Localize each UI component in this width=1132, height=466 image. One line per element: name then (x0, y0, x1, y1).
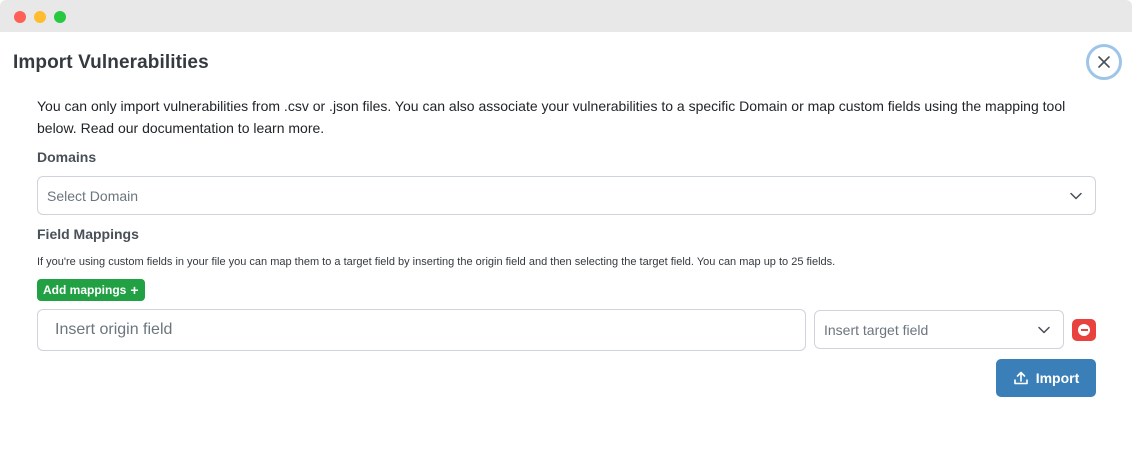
target-field-value: Insert target field (824, 321, 929, 338)
window-minimize-dot[interactable] (34, 11, 46, 23)
plus-icon: + (130, 282, 139, 298)
add-mappings-label: Add mappings (43, 283, 127, 297)
field-mappings-hint: If you're using custom fields in your fi… (37, 256, 836, 268)
window-titlebar (0, 0, 1132, 32)
domains-label: Domains (37, 149, 97, 165)
add-mappings-button[interactable]: Add mappings + (37, 279, 145, 301)
chevron-down-icon (1070, 192, 1082, 199)
close-icon (1098, 56, 1110, 68)
modal-window: Import Vulnerabilities You can only impo… (0, 0, 1132, 466)
minus-circle-icon (1078, 324, 1090, 336)
modal-title: Import Vulnerabilities (13, 52, 209, 73)
upload-icon (1013, 371, 1028, 385)
remove-mapping-button[interactable] (1072, 319, 1096, 341)
target-field-select[interactable]: Insert target field (814, 310, 1064, 349)
window-maximize-dot[interactable] (54, 11, 66, 23)
chevron-down-icon (1038, 326, 1050, 333)
modal-description: You can only import vulnerabilities from… (37, 98, 1066, 136)
domain-select-value: Select Domain (47, 187, 139, 204)
domain-select[interactable]: Select Domain (37, 176, 1096, 215)
window-close-dot[interactable] (14, 11, 26, 23)
import-button[interactable]: Import (996, 359, 1096, 397)
field-mappings-label: Field Mappings (37, 226, 139, 242)
close-button[interactable] (1086, 44, 1122, 80)
origin-field-input[interactable] (37, 309, 806, 351)
import-label: Import (1035, 370, 1080, 386)
